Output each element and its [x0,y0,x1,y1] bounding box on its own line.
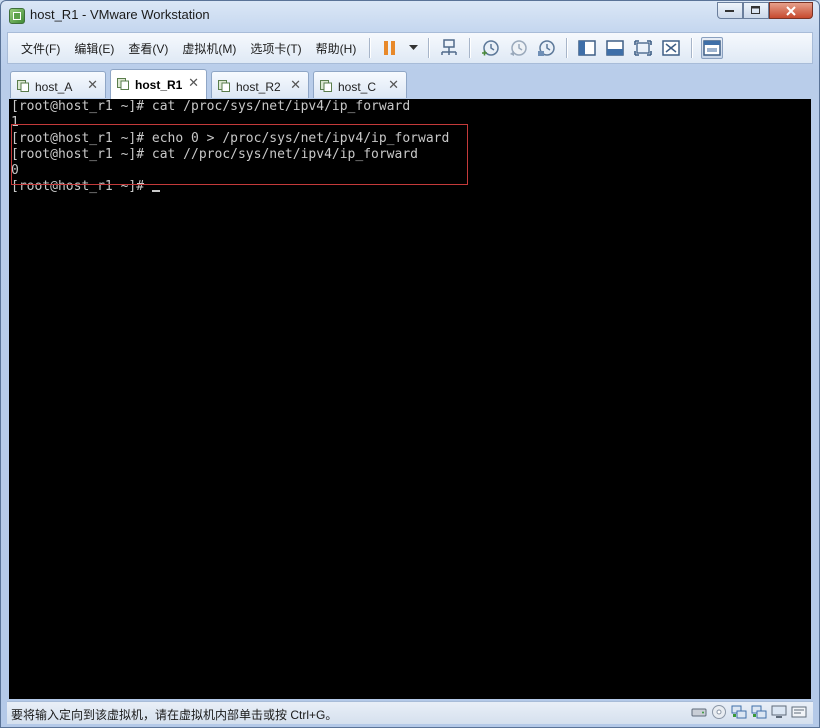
tab-host-c[interactable]: host_C ✕ [313,71,407,98]
fullscreen-icon[interactable] [632,37,654,59]
network-adapter-2-icon[interactable] [751,704,767,720]
vm-tab-icon [218,80,230,92]
tab-label: host_C [338,80,377,94]
console-line: [root@host_r1 ~]# cat /proc/sys/net/ipv4… [11,99,411,114]
vmware-window: host_R1 - VMware Workstation 文件(F) 编辑(E)… [0,0,820,728]
menu-vm[interactable]: 虚拟机(M) [175,40,243,57]
tab-close-icon[interactable]: ✕ [290,77,301,93]
maximize-button[interactable] [743,2,769,19]
hard-disk-icon[interactable] [691,704,707,720]
toolbar-separator [691,38,693,58]
toolbar-separator [369,38,371,58]
vm-tab-icon [17,80,29,92]
vm-tab-icon [117,78,129,90]
network-adapter-icon[interactable] [731,704,747,720]
text-cursor [151,190,160,192]
device-status-icons [691,704,807,720]
tab-host-r2[interactable]: host_R2 ✕ [211,71,309,98]
pause-icon[interactable] [379,37,401,59]
tab-host-a[interactable]: host_A ✕ [10,71,106,98]
toolbar-separator [566,38,568,58]
thumbnail-icon[interactable] [701,37,724,59]
menu-edit[interactable]: 编辑(E) [67,40,121,57]
display-icon[interactable] [771,704,787,720]
unity-icon[interactable] [660,37,682,59]
tab-close-icon[interactable]: ✕ [388,77,399,93]
toolbar-separator [469,38,471,58]
tab-label: host_A [35,80,73,94]
snapshot-take-icon[interactable] [479,37,501,59]
maximize-icon [751,6,760,14]
message-log-icon[interactable] [791,704,807,720]
console-view-icon[interactable] [604,37,626,59]
vm-tabstrip: host_A ✕ host_R1 ✕ host_R2 ✕ host_C ✕ [7,69,813,99]
vm-console[interactable]: [root@host_r1 ~]# cat /proc/sys/net/ipv4… [9,99,811,699]
sidebar-icon[interactable] [576,37,598,59]
close-icon [786,5,796,16]
minimize-icon [725,9,734,12]
tab-host-r1[interactable]: host_R1 ✕ [110,69,207,99]
highlight-box [11,124,468,185]
cd-drive-icon[interactable] [711,704,727,720]
status-text: 要将输入定向到该虚拟机，请在虚拟机内部单击或按 Ctrl+G。 [11,708,338,722]
tab-label: host_R2 [236,80,281,94]
close-button[interactable] [769,2,813,19]
vmware-app-icon [9,8,25,24]
snapshot-manager-icon[interactable] [535,37,557,59]
network-icon[interactable] [438,37,460,59]
menu-view[interactable]: 查看(V) [121,40,175,57]
menu-help[interactable]: 帮助(H) [309,40,364,57]
menu-file[interactable]: 文件(F) [14,40,67,57]
tab-label: host_R1 [135,78,183,92]
status-bar: 要将输入定向到该虚拟机，请在虚拟机内部单击或按 Ctrl+G。 [7,701,813,724]
window-controls [717,2,813,19]
vm-tab-icon [320,80,332,92]
toolbar-separator [428,38,430,58]
snapshot-revert-icon[interactable] [507,37,529,59]
tab-close-icon[interactable]: ✕ [87,77,98,93]
tab-close-icon[interactable]: ✕ [188,75,199,91]
menu-toolbar: 文件(F) 编辑(E) 查看(V) 虚拟机(M) 选项卡(T) 帮助(H) [7,32,813,64]
window-title: host_R1 - VMware Workstation [30,7,210,22]
title-bar[interactable]: host_R1 - VMware Workstation [1,1,819,29]
menu-tabs[interactable]: 选项卡(T) [243,40,308,57]
minimize-button[interactable] [717,2,743,19]
dropdown-arrow-icon[interactable] [407,37,419,59]
